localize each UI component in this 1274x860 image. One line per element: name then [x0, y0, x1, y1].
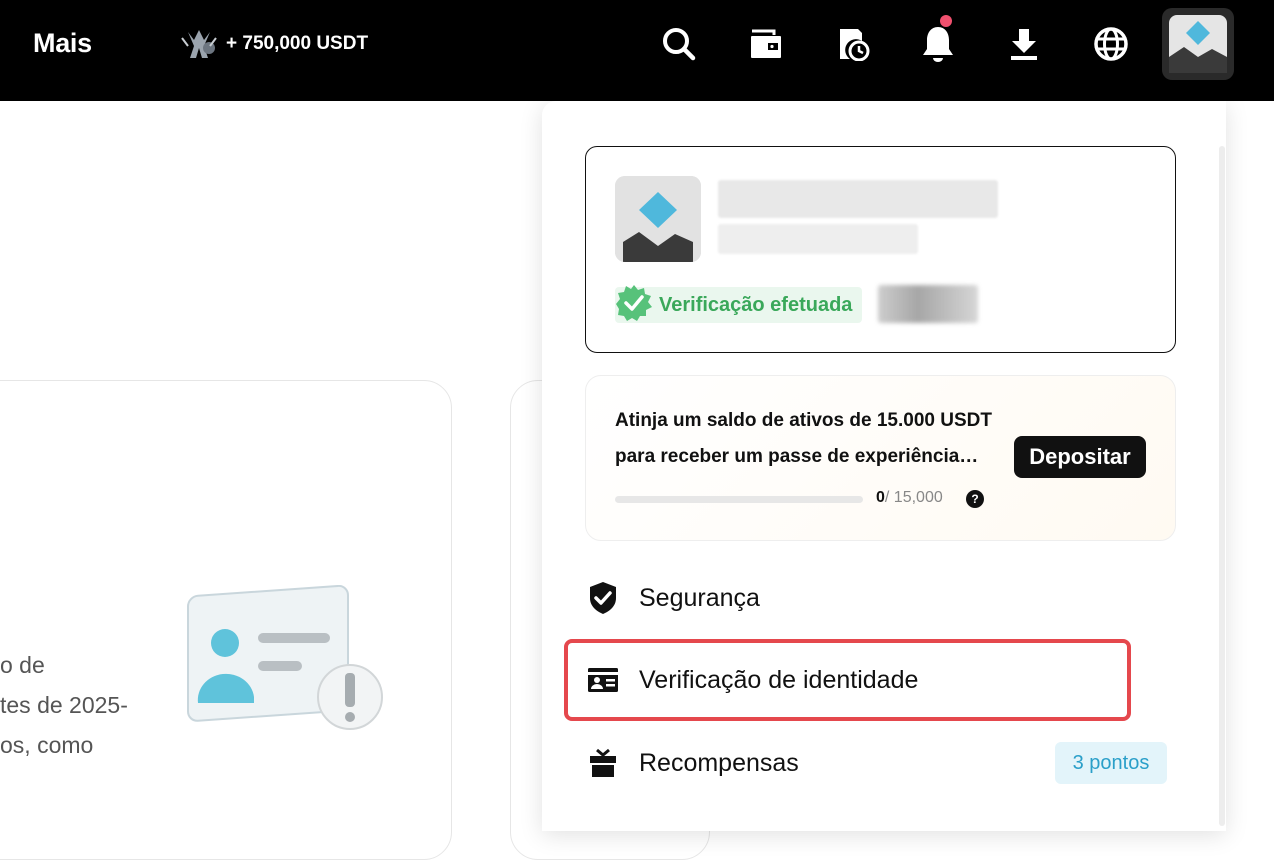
verification-status-label: Verificação efetuada — [659, 293, 853, 316]
avatar-button[interactable] — [1162, 8, 1234, 80]
deposit-button[interactable]: Depositar — [1014, 436, 1146, 478]
id-card-illustration — [187, 585, 383, 730]
progress-text: 0/ 15,000 — [876, 489, 943, 507]
nav-more-link[interactable]: Mais — [33, 28, 92, 59]
blurred-username — [718, 180, 998, 218]
top-nav-bar: Mais + 750,000 USDT — [0, 0, 1274, 101]
blurred-uid — [878, 285, 978, 323]
bell-icon — [923, 27, 953, 62]
globe-icon — [1094, 27, 1128, 61]
wallet-icon — [751, 29, 781, 58]
wallet-button[interactable] — [744, 22, 788, 66]
download-icon — [1011, 29, 1037, 60]
progress-current: 0 — [876, 489, 885, 506]
background-text-line: o de — [0, 652, 45, 678]
background-text-line: os, como — [0, 732, 94, 758]
download-button[interactable] — [1002, 22, 1046, 66]
language-button[interactable] — [1089, 22, 1133, 66]
promo-line-2: para receber um passe de experiência… — [615, 446, 979, 467]
scrollbar[interactable] — [1219, 146, 1225, 826]
gift-icon — [585, 745, 621, 781]
menu-item-security[interactable]: Segurança — [585, 568, 1176, 628]
menu-label-security: Segurança — [639, 583, 760, 612]
order-history-button[interactable] — [830, 22, 874, 66]
promo-text: + 750,000 USDT — [226, 33, 369, 54]
notifications-button[interactable] — [916, 15, 960, 66]
rewards-points-badge: 3 pontos — [1055, 742, 1167, 784]
search-button[interactable] — [657, 22, 701, 66]
menu-label-rewards: Recompensas — [639, 748, 799, 777]
notification-dot — [940, 15, 952, 27]
search-icon — [663, 28, 696, 61]
trophy-icon — [181, 30, 217, 58]
background-text-line: tes de 2025- — [0, 692, 128, 718]
blurred-email — [718, 224, 918, 254]
highlight-box — [564, 639, 1131, 721]
help-icon[interactable]: ? — [966, 490, 984, 508]
promo-line-1: Atinja um saldo de ativos de 15.000 USDT — [615, 410, 992, 431]
avatar — [1169, 15, 1227, 73]
deposit-progress-bar — [615, 496, 863, 503]
promo-banner[interactable]: + 750,000 USDT — [180, 26, 368, 62]
profile-avatar — [615, 176, 701, 262]
order-history-icon — [840, 29, 870, 61]
shield-check-icon — [585, 580, 621, 616]
progress-total: / 15,000 — [884, 489, 943, 506]
verified-check-icon — [616, 285, 652, 321]
